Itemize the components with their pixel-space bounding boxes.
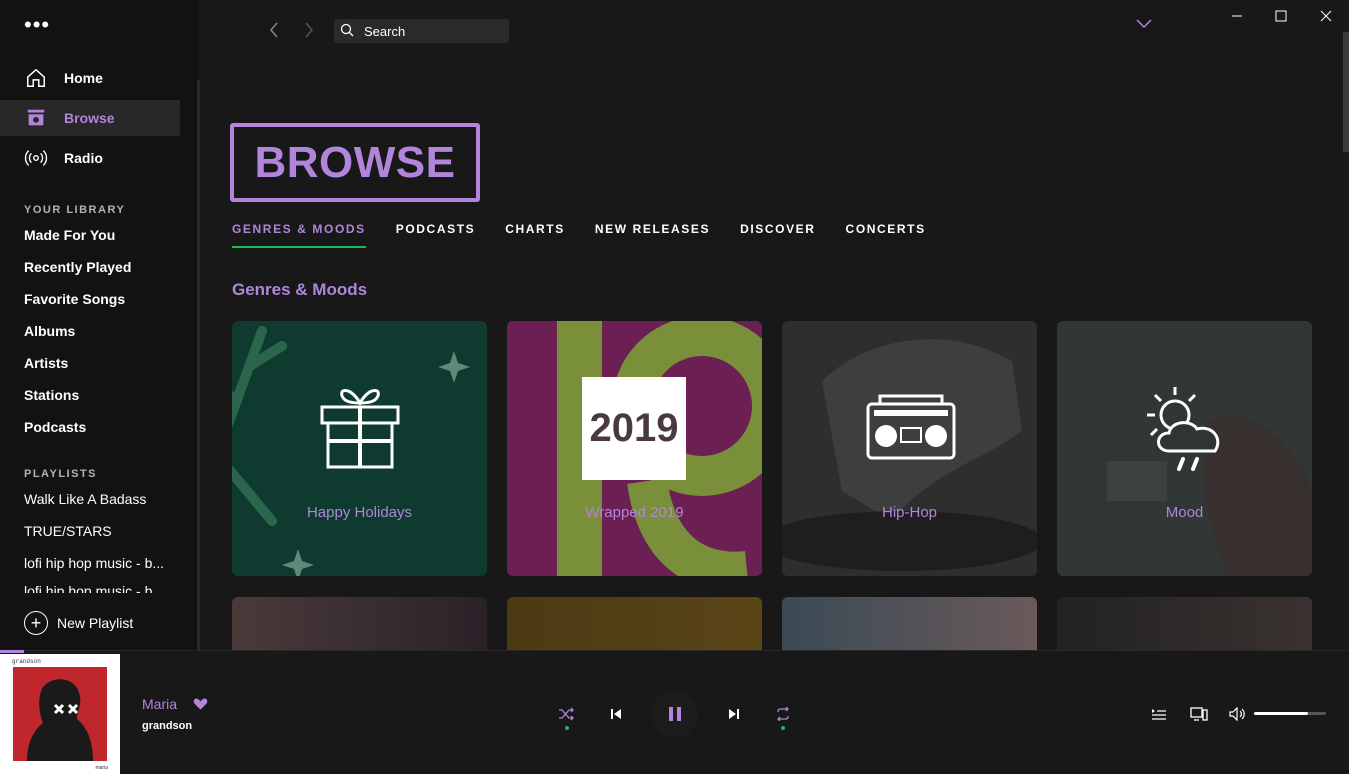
search-icon bbox=[340, 23, 354, 40]
card-label: Happy Holidays bbox=[306, 504, 413, 521]
minimize-button[interactable] bbox=[1226, 5, 1248, 27]
devices-icon[interactable] bbox=[1189, 705, 1209, 723]
close-button[interactable] bbox=[1315, 5, 1337, 27]
wrapped-badge: 2019 bbox=[582, 377, 686, 480]
more-menu-icon[interactable]: ••• bbox=[24, 14, 50, 36]
search-input[interactable] bbox=[364, 23, 494, 39]
previous-track-icon[interactable] bbox=[607, 705, 625, 723]
library-item-recently-played[interactable]: Recently Played bbox=[24, 259, 184, 275]
album-cover-top-text: grandson bbox=[12, 658, 41, 665]
next-track-icon[interactable] bbox=[725, 705, 743, 723]
playlist-item[interactable]: Walk Like A Badass bbox=[24, 491, 184, 507]
album-cover-bottom-text: maria bbox=[95, 765, 108, 771]
browse-icon bbox=[24, 106, 48, 130]
playlist-item-label: lofi hip hop music - b... bbox=[24, 583, 165, 593]
album-cover[interactable]: grandson maria bbox=[0, 654, 120, 774]
playlists-title: PLAYLISTS bbox=[24, 468, 97, 480]
repeat-icon[interactable] bbox=[774, 705, 792, 723]
weather-icon bbox=[1139, 383, 1233, 480]
radio-icon bbox=[24, 146, 48, 170]
genre-card-hip-hop[interactable]: Hip-Hop bbox=[782, 321, 1037, 576]
home-icon bbox=[24, 66, 48, 90]
library-item-artists[interactable]: Artists bbox=[24, 355, 184, 371]
new-playlist-button[interactable]: + New Playlist bbox=[24, 611, 133, 635]
new-playlist-label: New Playlist bbox=[57, 615, 134, 631]
nav-radio[interactable]: Radio bbox=[0, 140, 180, 176]
genre-card-mood[interactable]: Mood bbox=[1057, 321, 1312, 576]
maximize-button[interactable] bbox=[1270, 5, 1292, 27]
tab-discover[interactable]: DISCOVER bbox=[740, 222, 815, 248]
library-item-made-for-you[interactable]: Made For You bbox=[24, 227, 184, 243]
sidebar: ••• Home Browse Radio YOUR LIBRARY Made … bbox=[0, 0, 198, 650]
pause-icon bbox=[669, 707, 681, 721]
genre-card[interactable] bbox=[1057, 597, 1312, 650]
playlist-item[interactable]: lofi hip hop music - b... bbox=[24, 555, 184, 571]
page-title: BROWSE bbox=[230, 123, 480, 202]
genre-card[interactable] bbox=[782, 597, 1037, 650]
volume-slider[interactable] bbox=[1254, 712, 1326, 715]
volume-icon[interactable] bbox=[1228, 705, 1248, 723]
library-item-favorite-songs[interactable]: Favorite Songs bbox=[24, 291, 184, 307]
library-item-albums[interactable]: Albums bbox=[24, 323, 184, 339]
search-box[interactable] bbox=[334, 19, 509, 43]
track-artist[interactable]: grandson bbox=[142, 720, 192, 732]
repeat-active-dot bbox=[781, 726, 785, 730]
genre-card[interactable] bbox=[507, 597, 762, 650]
genre-card-happy-holidays[interactable]: Happy Holidays bbox=[232, 321, 487, 576]
volume-slider-fill bbox=[1254, 712, 1308, 715]
genre-card[interactable] bbox=[232, 597, 487, 650]
playlist-item[interactable]: lofi hip hop music - b... bbox=[24, 583, 184, 593]
forward-arrow-icon[interactable] bbox=[303, 22, 315, 43]
tab-charts[interactable]: CHARTS bbox=[505, 222, 565, 248]
spotify-app: ••• Home Browse Radio YOUR LIBRARY Made … bbox=[0, 0, 1349, 774]
sidebar-resize-handle[interactable] bbox=[197, 80, 200, 650]
tab-new-releases[interactable]: NEW RELEASES bbox=[595, 222, 710, 248]
playback-progress[interactable] bbox=[0, 650, 24, 653]
library-title: YOUR LIBRARY bbox=[24, 204, 126, 216]
nav-home[interactable]: Home bbox=[0, 60, 180, 96]
gift-icon bbox=[320, 385, 400, 476]
tab-genres-moods[interactable]: GENRES & MOODS bbox=[232, 222, 366, 248]
back-arrow-icon[interactable] bbox=[268, 22, 280, 43]
main-scrollbar[interactable] bbox=[1343, 32, 1349, 152]
plus-circle-icon: + bbox=[24, 611, 48, 635]
shuffle-icon[interactable] bbox=[557, 705, 575, 723]
nav-browse-label: Browse bbox=[64, 110, 115, 126]
tab-concerts[interactable]: CONCERTS bbox=[846, 222, 926, 248]
browse-tabs: GENRES & MOODS PODCASTS CHARTS NEW RELEA… bbox=[232, 222, 956, 248]
shuffle-active-dot bbox=[565, 726, 569, 730]
library-item-stations[interactable]: Stations bbox=[24, 387, 184, 403]
album-art bbox=[13, 667, 107, 761]
nav-browse[interactable]: Browse bbox=[0, 100, 180, 136]
playlist-item[interactable]: TRUE/STARS bbox=[24, 523, 184, 539]
card-label: Wrapped 2019 bbox=[585, 504, 684, 521]
chevron-down-icon[interactable] bbox=[1136, 16, 1152, 34]
genre-card-wrapped-2019[interactable]: 2019 Wrapped 2019 bbox=[507, 321, 762, 576]
queue-icon[interactable] bbox=[1150, 705, 1168, 723]
track-title[interactable]: Maria bbox=[142, 696, 177, 712]
section-title: Genres & Moods bbox=[232, 280, 368, 299]
nav-home-label: Home bbox=[64, 70, 103, 86]
heart-icon[interactable] bbox=[193, 697, 208, 716]
tab-podcasts[interactable]: PODCASTS bbox=[396, 222, 475, 248]
boombox-icon bbox=[866, 394, 956, 465]
nav-radio-label: Radio bbox=[64, 150, 103, 166]
pause-button[interactable] bbox=[652, 691, 698, 737]
card-label: Mood bbox=[1165, 504, 1204, 521]
card-label: Hip-Hop bbox=[881, 504, 938, 521]
library-item-podcasts[interactable]: Podcasts bbox=[24, 419, 184, 435]
